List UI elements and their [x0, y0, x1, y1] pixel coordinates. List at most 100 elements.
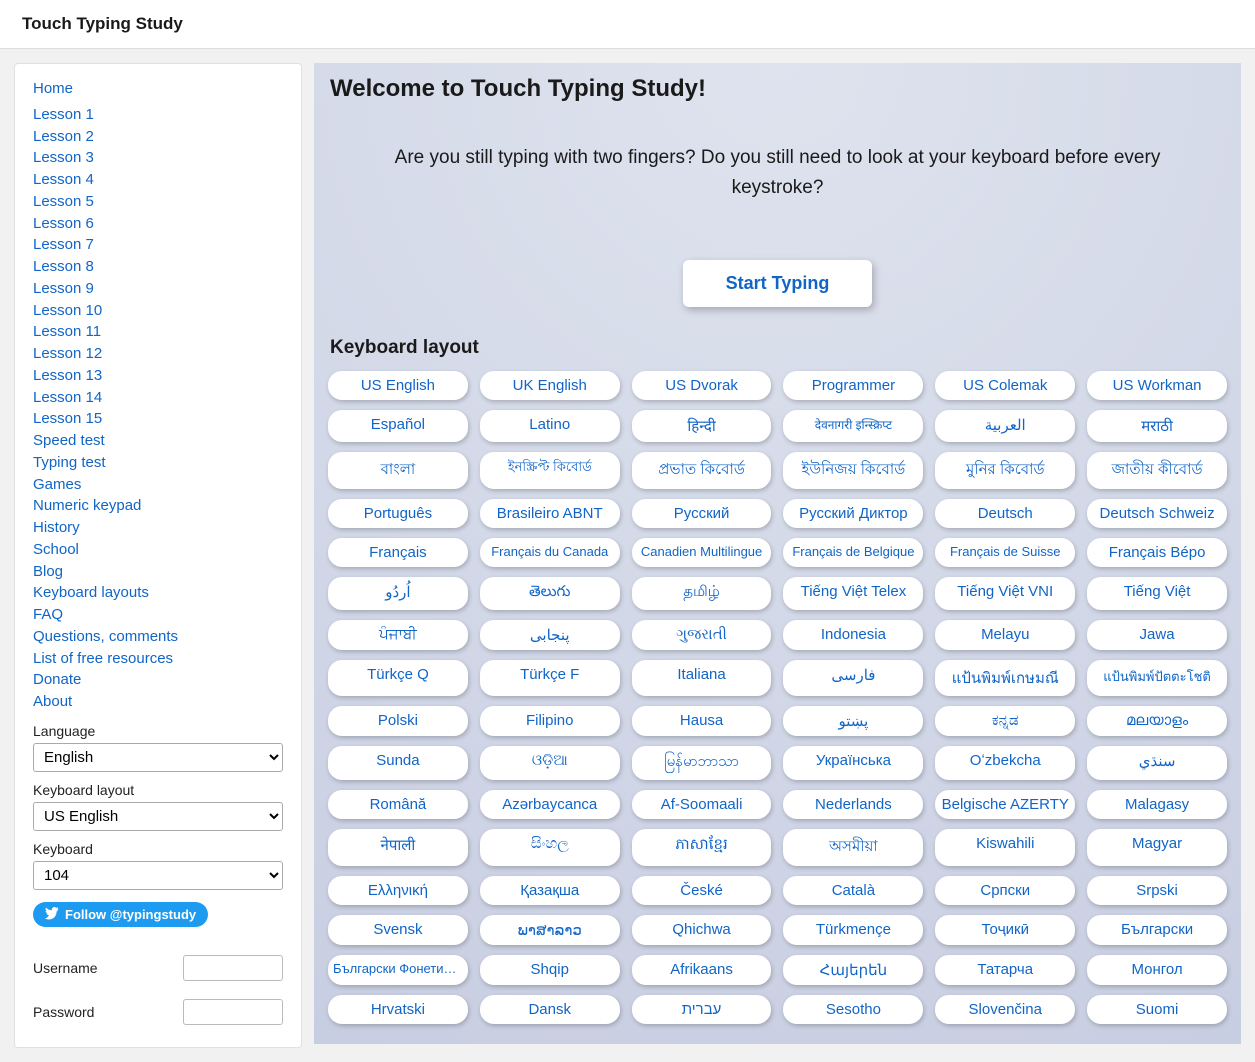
keyboard-layout-option[interactable]: Français [328, 538, 468, 567]
keyboard-layout-option[interactable]: Af-Soomaali [632, 790, 772, 819]
keyboard-layout-option[interactable]: ພາສາລາວ [480, 915, 620, 945]
keyboard-layout-option[interactable]: Melayu [935, 620, 1075, 650]
nav-link[interactable]: Lesson 10 [33, 300, 283, 322]
keyboard-layout-option[interactable]: Azərbaycanca [480, 790, 620, 819]
keyboard-layout-option[interactable]: ଓଡ଼ିଆ [480, 746, 620, 780]
keyboard-layout-option[interactable]: ગુજરાતી [632, 620, 772, 650]
nav-link[interactable]: Lesson 2 [33, 126, 283, 148]
keyboard-layout-option[interactable]: فارسی [783, 660, 923, 696]
keyboard-layout-option[interactable]: Қазақша [480, 876, 620, 905]
keyboard-layout-option[interactable]: नेपाली [328, 829, 468, 866]
keyboard-layout-option[interactable]: ਪੰਜਾਬੀ [328, 620, 468, 650]
keyboard-layout-option[interactable]: ಕನ್ನಡ [935, 706, 1075, 736]
keyboard-layout-option[interactable]: Canadien Multilingue [632, 538, 772, 567]
nav-link[interactable]: Donate [33, 669, 283, 691]
keyboard-layout-option[interactable]: Українська [783, 746, 923, 780]
keyboard-layout-option[interactable]: Татарча [935, 955, 1075, 985]
keyboard-layout-option[interactable]: মুনির কিবোর্ড [935, 452, 1075, 489]
keyboard-layout-option[interactable]: Français du Canada [480, 538, 620, 567]
nav-link[interactable]: Speed test [33, 430, 283, 452]
keyboard-layout-option[interactable]: Tiếng Việt Telex [783, 577, 923, 610]
username-input[interactable] [183, 955, 283, 981]
keyboard-layout-option[interactable]: Filipino [480, 706, 620, 736]
nav-link[interactable]: Lesson 15 [33, 408, 283, 430]
keyboard-layout-option[interactable]: தமிழ் [632, 577, 772, 610]
keyboard-layout-option[interactable]: US English [328, 371, 468, 400]
keyboard-layout-option[interactable]: اُردُو [328, 577, 468, 610]
keyboard-layout-option[interactable]: Български Фонетичен [328, 955, 468, 985]
nav-link[interactable]: Home [33, 78, 283, 100]
nav-link[interactable]: Lesson 5 [33, 191, 283, 213]
keyboard-layout-option[interactable]: Deutsch Schweiz [1087, 499, 1227, 528]
keyboard-layout-option[interactable]: Français de Suisse [935, 538, 1075, 567]
keyboard-layout-option[interactable]: Jawa [1087, 620, 1227, 650]
keyboard-layout-option[interactable]: සිංහල [480, 829, 620, 866]
keyboard-layout-option[interactable]: हिन्दी [632, 410, 772, 442]
nav-link[interactable]: Lesson 13 [33, 365, 283, 387]
keyboard-layout-option[interactable]: Türkmençe [783, 915, 923, 945]
keyboard-layout-option[interactable]: Тоҷикӣ [935, 915, 1075, 945]
nav-link[interactable]: Lesson 6 [33, 213, 283, 235]
keyboard-layout-option[interactable]: US Workman [1087, 371, 1227, 400]
keyboard-layout-option[interactable]: UK English [480, 371, 620, 400]
keyboard-layout-option[interactable]: Hrvatski [328, 995, 468, 1024]
nav-link[interactable]: School [33, 539, 283, 561]
keyboard-layout-select[interactable]: US English [33, 802, 283, 831]
keyboard-layout-option[interactable]: తెలుగు [480, 577, 620, 610]
keyboard-layout-option[interactable]: Afrikaans [632, 955, 772, 985]
keyboard-layout-option[interactable]: Hausa [632, 706, 772, 736]
nav-link[interactable]: Lesson 14 [33, 387, 283, 409]
keyboard-layout-option[interactable]: Tiếng Việt VNI [935, 577, 1075, 610]
nav-link[interactable]: Lesson 11 [33, 321, 283, 343]
keyboard-layout-option[interactable]: Programmer [783, 371, 923, 400]
nav-link[interactable]: History [33, 517, 283, 539]
keyboard-layout-option[interactable]: Belgische AZERTY [935, 790, 1075, 819]
nav-link[interactable]: Lesson 4 [33, 169, 283, 191]
keyboard-layout-option[interactable]: Srpski [1087, 876, 1227, 905]
keyboard-layout-option[interactable]: मराठी [1087, 410, 1227, 442]
keyboard-layout-option[interactable]: Shqip [480, 955, 620, 985]
keyboard-layout-option[interactable]: မြန်မာဘာသာ [632, 746, 772, 780]
nav-link[interactable]: Numeric keypad [33, 495, 283, 517]
nav-link[interactable]: Lesson 8 [33, 256, 283, 278]
keyboard-layout-option[interactable]: Magyar [1087, 829, 1227, 866]
keyboard-layout-option[interactable]: Русский Диктор [783, 499, 923, 528]
nav-link[interactable]: Keyboard layouts [33, 582, 283, 604]
nav-link[interactable]: Blog [33, 561, 283, 583]
keyboard-layout-option[interactable]: প্রভাত কিবোর্ড [632, 452, 772, 489]
keyboard-layout-option[interactable]: മലയാളം [1087, 706, 1227, 736]
keyboard-layout-option[interactable]: Sesotho [783, 995, 923, 1024]
nav-link[interactable]: About [33, 691, 283, 713]
language-select[interactable]: English [33, 743, 283, 772]
keyboard-layout-option[interactable]: Italiana [632, 660, 772, 696]
keyboard-layout-option[interactable]: Русский [632, 499, 772, 528]
keyboard-layout-option[interactable]: অসমীয়া [783, 829, 923, 866]
nav-link[interactable]: FAQ [33, 604, 283, 626]
keyboard-layout-option[interactable]: Tiếng Việt [1087, 577, 1227, 610]
keyboard-layout-option[interactable]: Kiswahili [935, 829, 1075, 866]
keyboard-layout-option[interactable]: ইউনিজয় কিবোর্ড [783, 452, 923, 489]
nav-link[interactable]: List of free resources [33, 648, 283, 670]
keyboard-layout-option[interactable]: Türkçe Q [328, 660, 468, 696]
keyboard-layout-option[interactable]: Български [1087, 915, 1227, 945]
keyboard-layout-option[interactable]: ইনস্ক্রিপ্ট কিবোর্ড [480, 452, 620, 489]
nav-link[interactable]: Games [33, 474, 283, 496]
keyboard-layout-option[interactable]: Sunda [328, 746, 468, 780]
keyboard-layout-option[interactable]: سنڌي [1087, 746, 1227, 780]
keyboard-layout-option[interactable]: پښتو [783, 706, 923, 736]
keyboard-layout-option[interactable]: Deutsch [935, 499, 1075, 528]
keyboard-layout-option[interactable]: עברית [632, 995, 772, 1024]
keyboard-layout-option[interactable]: Latino [480, 410, 620, 442]
keyboard-layout-option[interactable]: Türkçe F [480, 660, 620, 696]
nav-link[interactable]: Lesson 7 [33, 234, 283, 256]
nav-link[interactable]: Typing test [33, 452, 283, 474]
keyboard-layout-option[interactable]: Français de Belgique [783, 538, 923, 567]
nav-link[interactable]: Lesson 3 [33, 147, 283, 169]
keyboard-layout-option[interactable]: Nederlands [783, 790, 923, 819]
keyboard-layout-option[interactable]: US Colemak [935, 371, 1075, 400]
keyboard-layout-option[interactable]: Suomi [1087, 995, 1227, 1024]
keyboard-layout-option[interactable]: Français Bépo [1087, 538, 1227, 567]
keyboard-layout-option[interactable]: Brasileiro ABNT [480, 499, 620, 528]
keyboard-layout-option[interactable]: Slovenčina [935, 995, 1075, 1024]
keyboard-layout-option[interactable]: Malagasy [1087, 790, 1227, 819]
